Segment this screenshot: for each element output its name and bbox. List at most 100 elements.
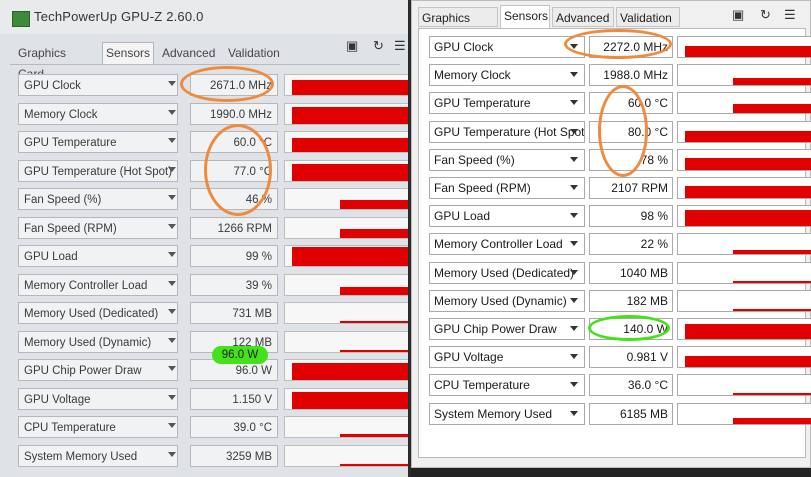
sensor-label-dropdown[interactable]: GPU Voltage <box>429 346 585 369</box>
chevron-down-icon[interactable] <box>570 185 578 190</box>
sensor-label-dropdown[interactable]: Memory Clock <box>18 102 178 125</box>
chevron-down-icon[interactable] <box>168 451 176 457</box>
chevron-down-icon[interactable] <box>570 297 578 303</box>
sensor-label-dropdown[interactable]: Memory Used (Dynamic) <box>18 330 178 353</box>
chevron-down-icon[interactable] <box>570 72 578 78</box>
right-tab-graphics-card[interactable]: Graphics Card <box>418 7 498 45</box>
sensor-label-dropdown[interactable]: Fan Speed (RPM) <box>18 216 178 239</box>
chevron-down-icon[interactable] <box>168 109 176 115</box>
chevron-down-icon[interactable] <box>168 81 176 86</box>
chevron-down-icon[interactable] <box>168 195 176 200</box>
sensor-graph <box>677 346 811 369</box>
sensor-label-dropdown[interactable]: GPU Chip Power Draw <box>18 359 178 381</box>
sensor-label-dropdown[interactable]: CPU Temperature <box>429 374 585 397</box>
refresh-icon[interactable]: ↻ <box>373 38 384 54</box>
sensor-label-dropdown[interactable]: GPU Temperature <box>429 92 585 115</box>
sensor-value: 60.0 °C <box>190 131 278 153</box>
sensor-label-dropdown[interactable]: Fan Speed (%) <box>429 148 585 171</box>
sensor-graph <box>284 387 408 410</box>
sensor-label-dropdown[interactable]: Fan Speed (RPM) <box>429 177 585 199</box>
sensor-label-dropdown[interactable]: Memory Used (Dedicated) <box>18 302 178 324</box>
sensor-graph-fill <box>733 393 811 396</box>
chevron-down-icon[interactable] <box>168 280 176 286</box>
sensor-label-dropdown[interactable]: Memory Clock <box>429 64 585 87</box>
left-tab-graphics-card[interactable]: Graphics Card <box>14 42 70 81</box>
sensor-value: 1.150 V <box>190 387 278 410</box>
chevron-down-icon[interactable] <box>168 309 176 314</box>
sensor-value: 78 % <box>589 148 673 171</box>
chevron-down-icon[interactable] <box>168 223 176 229</box>
sensor-graph <box>677 289 811 312</box>
chevron-down-icon[interactable] <box>168 394 176 400</box>
right-tab-sensors[interactable]: Sensors <box>500 5 550 28</box>
sensor-value: 22 % <box>589 233 673 256</box>
chevron-down-icon[interactable] <box>570 326 578 331</box>
sensor-graph-fill <box>340 349 408 352</box>
sensor-label-dropdown[interactable]: Memory Controller Load <box>429 233 585 256</box>
chevron-down-icon[interactable] <box>570 156 578 162</box>
right-tab-advanced[interactable]: Advanced <box>552 7 614 27</box>
sensor-label-dropdown[interactable]: Fan Speed (%) <box>18 188 178 210</box>
sensor-value: 140.0 W <box>589 318 673 340</box>
sensor-graph-fill <box>733 104 811 114</box>
sensor-label-dropdown[interactable]: GPU Clock <box>18 74 178 96</box>
sensor-value: 60.0 °C <box>589 92 673 115</box>
chevron-down-icon[interactable] <box>570 354 578 360</box>
sensor-label-dropdown[interactable]: Memory Controller Load <box>18 273 178 296</box>
chevron-down-icon[interactable] <box>570 410 578 416</box>
camera-icon[interactable]: ▣ <box>346 38 358 54</box>
sensor-graph <box>284 273 408 296</box>
left-tab-divider <box>10 64 400 65</box>
sensor-label-dropdown[interactable]: GPU Temperature (Hot Spot) <box>429 120 585 143</box>
chevron-down-icon[interactable] <box>168 423 176 428</box>
left-tab-advanced[interactable]: Advanced <box>158 42 219 65</box>
sensor-graph-fill <box>733 308 811 311</box>
chevron-down-icon[interactable] <box>570 100 578 106</box>
sensor-graph <box>677 374 811 397</box>
camera-icon[interactable]: ▣ <box>732 7 744 23</box>
sensor-label-dropdown[interactable]: GPU Temperature (Hot Spot) <box>18 159 178 182</box>
sensor-graph-fill <box>340 286 408 295</box>
chevron-down-icon[interactable] <box>570 44 578 49</box>
chevron-down-icon[interactable] <box>570 382 578 388</box>
sensor-label-dropdown[interactable]: GPU Load <box>429 205 585 228</box>
sensor-graph <box>284 359 408 381</box>
sensor-label-dropdown[interactable]: Memory Used (Dedicated) <box>429 261 585 284</box>
menu-icon[interactable]: ☰ <box>394 38 406 54</box>
chevron-down-icon[interactable] <box>168 138 176 143</box>
sensor-value: 39.0 °C <box>190 416 278 438</box>
sensor-graph-fill <box>292 247 408 266</box>
sensor-label-dropdown[interactable]: Memory Used (Dynamic) <box>429 289 585 312</box>
chevron-down-icon[interactable] <box>570 241 578 247</box>
chevron-down-icon[interactable] <box>168 252 176 257</box>
chevron-down-icon[interactable] <box>570 128 578 134</box>
sensor-label-dropdown[interactable]: GPU Clock <box>429 36 585 58</box>
right-tab-validation[interactable]: Validation <box>616 7 680 27</box>
menu-icon[interactable]: ☰ <box>784 7 796 23</box>
sensor-label-dropdown[interactable]: GPU Load <box>18 245 178 267</box>
sensor-value: 39 % <box>190 273 278 296</box>
refresh-icon[interactable]: ↻ <box>760 7 771 23</box>
chevron-down-icon[interactable] <box>570 269 578 275</box>
chevron-down-icon[interactable] <box>168 337 176 343</box>
left-tab-sensors[interactable]: Sensors <box>102 42 155 64</box>
left-app-title: TechPowerUp GPU-Z 2.60.0 <box>34 9 204 24</box>
sensor-label-dropdown[interactable]: GPU Chip Power Draw <box>429 318 585 340</box>
sensor-graph <box>284 216 408 239</box>
sensor-value: 0.981 V <box>589 346 673 369</box>
sensor-label-dropdown[interactable]: GPU Voltage <box>18 387 178 410</box>
sensor-label-dropdown[interactable]: CPU Temperature <box>18 416 178 438</box>
sensor-label-dropdown[interactable]: System Memory Used <box>429 402 585 425</box>
sensor-value: 122 MB <box>190 330 278 353</box>
sensor-label-dropdown[interactable]: System Memory Used <box>18 444 178 467</box>
chevron-down-icon[interactable] <box>168 166 176 172</box>
sensor-graph <box>677 261 811 284</box>
sensor-label-dropdown[interactable]: GPU Temperature <box>18 131 178 153</box>
left-tab-validation[interactable]: Validation <box>224 42 284 65</box>
sensor-graph <box>677 120 811 143</box>
sensor-value: 77.0 °C <box>190 159 278 182</box>
chevron-down-icon[interactable] <box>570 213 578 219</box>
sensor-graph-fill <box>733 280 811 283</box>
chevron-down-icon[interactable] <box>168 366 176 371</box>
sensor-graph-fill <box>340 463 408 466</box>
